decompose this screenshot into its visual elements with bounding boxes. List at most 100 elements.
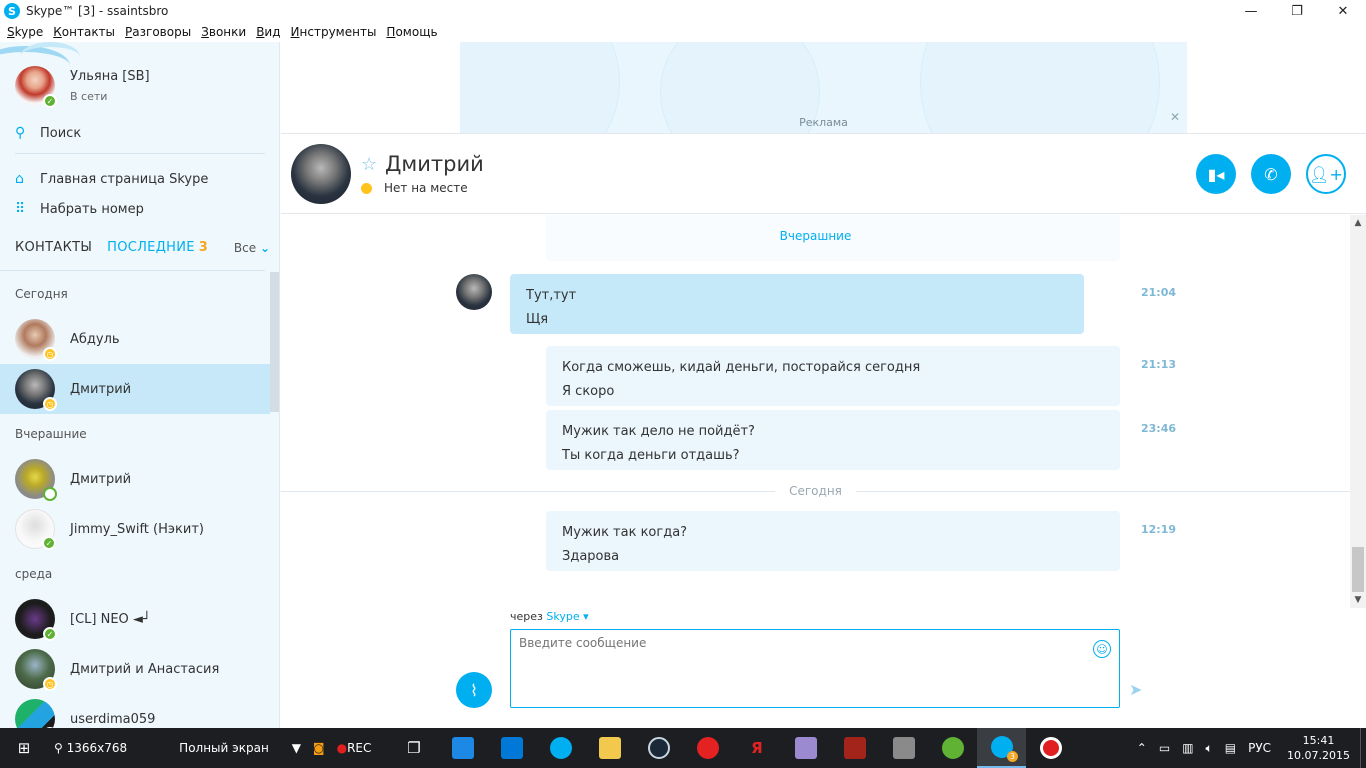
volume-icon[interactable]: 🔈︎	[1200, 728, 1219, 768]
task-view-icon[interactable]: ❐	[389, 728, 438, 768]
store-icon[interactable]	[487, 728, 536, 768]
contact-item[interactable]: ◷ Абдуль	[0, 314, 270, 364]
send-icon[interactable]: ➤	[1129, 680, 1142, 699]
skype-active-icon[interactable]: 3	[977, 728, 1027, 768]
app-icon[interactable]	[879, 728, 928, 768]
record-button[interactable]: ● REC	[331, 728, 378, 768]
browser-icon[interactable]	[438, 728, 487, 768]
paperclip-icon: ⌇	[470, 680, 478, 700]
scroll-down-icon[interactable]: ▼	[1350, 595, 1366, 605]
menu-tools[interactable]: Инструменты	[286, 25, 382, 39]
send-via-selector[interactable]: через Skype ▾	[510, 610, 589, 623]
message-time: 21:04	[1141, 286, 1177, 299]
scroll-thumb[interactable]	[1352, 547, 1364, 592]
scroll-up-icon[interactable]: ▲	[1350, 218, 1366, 228]
favorite-star-icon[interactable]: ☆	[361, 154, 377, 175]
clock[interactable]: 15:41 10.07.2015	[1277, 733, 1360, 763]
magnifier-icon: ⚲	[54, 741, 63, 755]
menu-skype[interactable]: Skype	[2, 25, 48, 39]
menu-contacts[interactable]: Контакты	[48, 25, 120, 39]
today-label: Сегодня	[281, 484, 1350, 498]
message-input[interactable]	[519, 636, 1079, 650]
network-icon[interactable]: ▥	[1176, 728, 1199, 768]
add-contact-icon: 👤︎+	[1309, 164, 1343, 184]
show-desktop-button[interactable]	[1360, 728, 1366, 768]
contact-name: [CL] NEO ◄┘	[70, 611, 151, 627]
skype-taskbar-icon[interactable]	[536, 728, 585, 768]
utorrent-icon[interactable]	[928, 728, 977, 768]
my-profile[interactable]: ✓ Ульяна [SB] В сети	[15, 66, 150, 108]
close-button[interactable]: ✕	[1320, 0, 1366, 22]
chat-contact-status: Нет на месте	[361, 181, 468, 195]
menu-conversations[interactable]: Разговоры	[120, 25, 196, 39]
taskbar: ⊞ ⚲ 1366x768 Полный экран ▼ ◙ ● REC ❐ Я 3…	[0, 728, 1366, 768]
contact-name: userdima059	[70, 711, 156, 727]
attach-button[interactable]: ⌇	[456, 672, 492, 708]
recorder-icon[interactable]	[1026, 728, 1075, 768]
home-link[interactable]: ⌂ Главная страница Skype	[15, 171, 208, 187]
contact-item[interactable]: ◷ Дмитрий и Анастасия	[0, 644, 270, 694]
language-indicator[interactable]: РУС	[1242, 728, 1277, 768]
message-text: Щя	[526, 312, 549, 327]
steam-icon[interactable]	[634, 728, 683, 768]
chat-header: ☆ Дмитрий Нет на месте ▮◂ ✆ 👤︎+	[281, 134, 1366, 214]
clock-time: 15:41	[1302, 734, 1335, 747]
tab-contacts[interactable]: КОНТАКТЫ	[15, 240, 92, 255]
contact-avatar: ✓	[15, 509, 56, 550]
contact-item[interactable]: Дмитрий	[0, 454, 270, 504]
skype-badge: 3	[1006, 751, 1018, 762]
windows-start-icon[interactable]: ⊞	[0, 728, 48, 768]
notifications-icon[interactable]: ▤	[1219, 728, 1242, 768]
video-call-button[interactable]: ▮◂	[1196, 154, 1236, 194]
ad-banner[interactable]: Реклама	[460, 42, 1187, 133]
ad-label: Реклама	[799, 116, 848, 129]
emoticon-icon[interactable]: ☺	[1093, 640, 1111, 658]
chevron-down-icon: ⌄	[259, 240, 270, 255]
battery-icon[interactable]: ▭	[1153, 728, 1176, 768]
message-text: Здарова	[562, 549, 620, 564]
dial-link[interactable]: ⠿ Набрать номер	[15, 201, 144, 217]
visual-studio-icon[interactable]	[781, 728, 830, 768]
divider	[0, 270, 265, 271]
audio-call-button[interactable]: ✆	[1251, 154, 1291, 194]
chevron-down-icon: ▾	[579, 610, 589, 623]
ad-close-icon[interactable]: ✕	[1170, 110, 1180, 124]
rec-text: REC	[347, 741, 372, 755]
yandex-icon[interactable]: Я	[732, 728, 781, 768]
chat-contact-name[interactable]: Дмитрий	[385, 152, 484, 176]
sender-avatar[interactable]	[456, 274, 492, 310]
contact-item[interactable]: ✓ Jimmy_Swift (Нэкит)	[0, 504, 270, 554]
contact-item[interactable]: ✓ [CL] NEO ◄┘	[0, 594, 270, 644]
camera-icon[interactable]: ◙	[307, 728, 331, 768]
fullscreen-dropdown[interactable]: Полный экран ▼	[173, 728, 307, 768]
dota-icon[interactable]	[830, 728, 879, 768]
message-scrollbar[interactable]: ▲ ▼	[1350, 215, 1366, 608]
message-bubble: Тут,тут Щя	[510, 274, 1084, 334]
chat-avatar[interactable]	[291, 144, 351, 204]
message-text: Мужик так дело не пойдёт?	[562, 424, 755, 439]
minimize-button[interactable]: —	[1228, 0, 1274, 22]
tab-recent[interactable]: ПОСЛЕДНИЕ 3	[107, 240, 208, 255]
resolution-indicator[interactable]: ⚲ 1366x768	[48, 728, 133, 768]
restore-button[interactable]: ❐	[1274, 0, 1320, 22]
tray-arrow-icon[interactable]: ⌃	[1131, 728, 1153, 768]
sidebar-scrollbar[interactable]	[270, 272, 279, 412]
explorer-icon[interactable]	[585, 728, 634, 768]
menu-view[interactable]: Вид	[251, 25, 285, 39]
contact-item[interactable]: ✓ userdima059	[0, 694, 270, 728]
message-input-box[interactable]: ☺	[510, 629, 1120, 708]
contact-avatar: ✓	[15, 699, 57, 728]
via-prefix: через	[510, 610, 543, 623]
menu-calls[interactable]: Звонки	[196, 25, 251, 39]
dropdown-arrow-icon: ▼	[291, 741, 301, 755]
online-status-icon: ✓	[42, 536, 56, 550]
filter-dropdown[interactable]: Все ⌄	[234, 241, 270, 255]
yandex-browser-icon[interactable]	[683, 728, 732, 768]
tab-recent-label: ПОСЛЕДНИЕ	[107, 240, 195, 255]
video-icon: ▮◂	[1207, 164, 1225, 184]
add-participant-button[interactable]: 👤︎+	[1306, 154, 1346, 194]
search-link[interactable]: ⚲ Поиск	[15, 125, 81, 141]
menu-help[interactable]: Помощь	[381, 25, 442, 39]
contact-item-selected[interactable]: ◷ Дмитрий	[0, 364, 270, 414]
ad-panel: Реклама ✕	[281, 42, 1366, 134]
